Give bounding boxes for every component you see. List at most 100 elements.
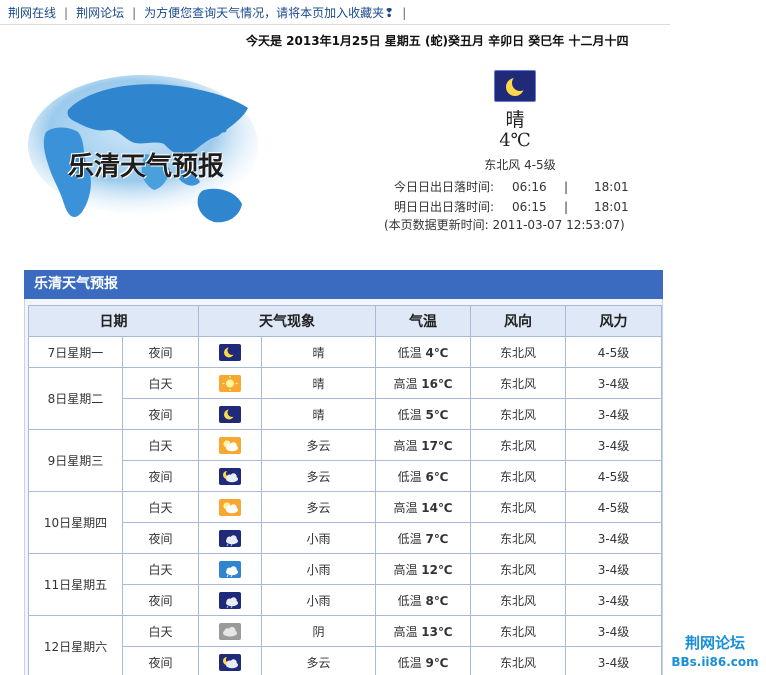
temperature-label: 低温	[397, 655, 422, 670]
watermark: 荆网论坛 BBs.ii86.com	[660, 632, 766, 669]
nav-separator: |	[64, 6, 69, 20]
today-sunrise: 06:16	[512, 180, 547, 194]
table-row: 11日星期五 白天 小雨 高温 12℃ 东北风 3-4级	[28, 553, 662, 616]
watermark-title: 荆网论坛	[684, 634, 745, 652]
night-rain-icon	[219, 591, 241, 609]
forecast-wind-direction: 东北风	[470, 398, 566, 430]
temperature-label: 低温	[397, 531, 422, 546]
forecast-temperature: 低温 8℃	[375, 584, 471, 616]
forecast-period: 夜间	[122, 646, 199, 675]
temperature-value: 8℃	[425, 593, 449, 608]
temperature-label: 高温	[393, 624, 418, 639]
forecast-period: 夜间	[122, 522, 199, 554]
moon-icon	[219, 343, 241, 361]
forecast-icon-cell	[198, 553, 262, 585]
forecast-period: 白天	[122, 553, 199, 585]
temperature-value: 14℃	[421, 500, 453, 515]
table-row: 夜间 小雨 低温 8℃ 东北风 3-4级	[29, 584, 662, 616]
forecast-wind-direction: 东北风	[470, 367, 566, 399]
forecast-wind-force: 3-4级	[565, 646, 662, 675]
rain-icon	[219, 560, 241, 578]
forecast-weather: 多云	[261, 646, 376, 675]
header-wind-direction: 风向	[470, 305, 566, 337]
forecast-temperature: 高温 17℃	[375, 429, 471, 461]
sun-cloud-icon	[219, 436, 241, 454]
table-row: 夜间 小雨 低温 7℃ 东北风 3-4级	[29, 522, 662, 554]
forecast-icon-cell	[198, 429, 262, 461]
temperature-value: 4℃	[425, 345, 449, 360]
table-header-row: 日期 天气现象 气温 风向 风力	[28, 305, 662, 337]
forecast-wind-direction: 东北风	[470, 460, 566, 492]
table-row: 8日星期二 白天晴高温 16℃ 东北风 3-4级	[28, 367, 662, 430]
forecast-temperature: 低温 6℃	[375, 460, 471, 492]
sun-icon	[219, 374, 241, 392]
forecast-weather: 晴	[261, 367, 376, 399]
today-sun-label: 今日日出日落时间:	[394, 180, 495, 194]
forecast-weather: 阴	[261, 615, 376, 647]
forecast-temperature: 低温 9℃	[375, 646, 471, 675]
nav-separator: |	[402, 6, 407, 20]
temperature-value: 12℃	[421, 562, 453, 577]
map-title: 乐清天气预报	[68, 152, 225, 182]
table-row: 夜间晴低温 5℃ 东北风 3-4级	[29, 398, 662, 430]
temperature-value: 13℃	[421, 624, 453, 639]
temperature-label: 低温	[397, 469, 422, 484]
forecast-period: 夜间	[122, 398, 199, 430]
forecast-temperature: 高温 14℃	[375, 491, 471, 523]
nav-separator: |	[132, 6, 137, 20]
forecast-date: 10日星期四	[28, 491, 123, 554]
forecast-icon-cell	[198, 398, 262, 430]
forecast-wind-direction: 东北风	[470, 336, 566, 368]
temperature-value: 17℃	[421, 438, 453, 453]
current-wind: 东北风 4-5级	[484, 158, 556, 172]
forecast-wind-direction: 东北风	[470, 491, 566, 523]
forecast-wind-direction: 东北风	[470, 553, 566, 585]
forecast-date: 8日星期二	[28, 367, 123, 430]
forecast-icon-cell	[198, 367, 262, 399]
forecast-weather: 小雨	[261, 584, 376, 616]
nav-link-jingwang-forum[interactable]: 荆网论坛	[76, 6, 124, 20]
table-row: 9日星期三 白天 多云 高温 17℃ 东北风 3-4级	[28, 429, 662, 492]
header-temperature: 气温	[375, 305, 471, 337]
temperature-value: 16℃	[421, 376, 453, 391]
forecast-period: 夜间	[122, 336, 199, 368]
forecast-temperature: 低温 7℃	[375, 522, 471, 554]
forecast-temperature: 高温 13℃	[375, 615, 471, 647]
temperature-label: 低温	[397, 407, 422, 422]
forecast-icon-cell	[198, 460, 262, 492]
forecast-wind-force: 3-4级	[565, 553, 662, 585]
header-wind-force: 风力	[565, 305, 662, 337]
moon-cloud-icon	[219, 467, 241, 485]
sun-separator: |	[564, 200, 569, 214]
nav-link-jingwang-online[interactable]: 荆网在线	[8, 6, 56, 20]
table-row: 夜间 多云 低温 6℃ 东北风 4-5级	[29, 460, 662, 492]
table-row: 夜间 多云 低温 9℃ 东北风 3-4级	[29, 646, 662, 675]
moon-cloud-icon	[219, 653, 241, 671]
tomorrow-sunset: 18:01	[594, 200, 629, 214]
forecast-period: 白天	[122, 491, 199, 523]
forecast-table: 日期 天气现象 气温 风向 风力 7日星期一 夜间晴低温 4℃ 东北风 4-5级 8日星…	[28, 305, 662, 675]
forecast-icon-cell	[198, 584, 262, 616]
forecast-wind-direction: 东北风	[470, 429, 566, 461]
today-sunset: 18:01	[594, 180, 629, 194]
nav-link-add-favorite[interactable]: 为方便您查询天气情况，请将本页加入收藏夹❢	[144, 6, 394, 20]
forecast-wind-force: 4-5级	[565, 460, 662, 492]
sun-cloud-icon	[219, 498, 241, 516]
forecast-temperature: 低温 4℃	[375, 336, 471, 368]
tomorrow-sun-label: 明日日出日落时间:	[394, 200, 495, 214]
forecast-icon-cell	[198, 646, 262, 675]
forecast-weather: 多云	[261, 429, 376, 461]
forecast-icon-cell	[198, 522, 262, 554]
forecast-weather: 晴	[261, 398, 376, 430]
forecast-wind-force: 4-5级	[565, 336, 662, 368]
temperature-label: 高温	[393, 562, 418, 577]
forecast-panel-title: 乐清天气预报	[24, 270, 663, 299]
forecast-weather: 小雨	[261, 522, 376, 554]
temperature-label: 低温	[397, 345, 422, 360]
forecast-icon-cell	[198, 336, 262, 368]
header-weather: 天气现象	[198, 305, 376, 337]
forecast-weather: 小雨	[261, 553, 376, 585]
forecast-wind-direction: 东北风	[470, 615, 566, 647]
forecast-period: 白天	[122, 367, 199, 399]
date-line: 今天是 2013年1月25日 星期五 (蛇)癸丑月 辛卯日 癸巳年 十二月十四	[246, 34, 629, 48]
